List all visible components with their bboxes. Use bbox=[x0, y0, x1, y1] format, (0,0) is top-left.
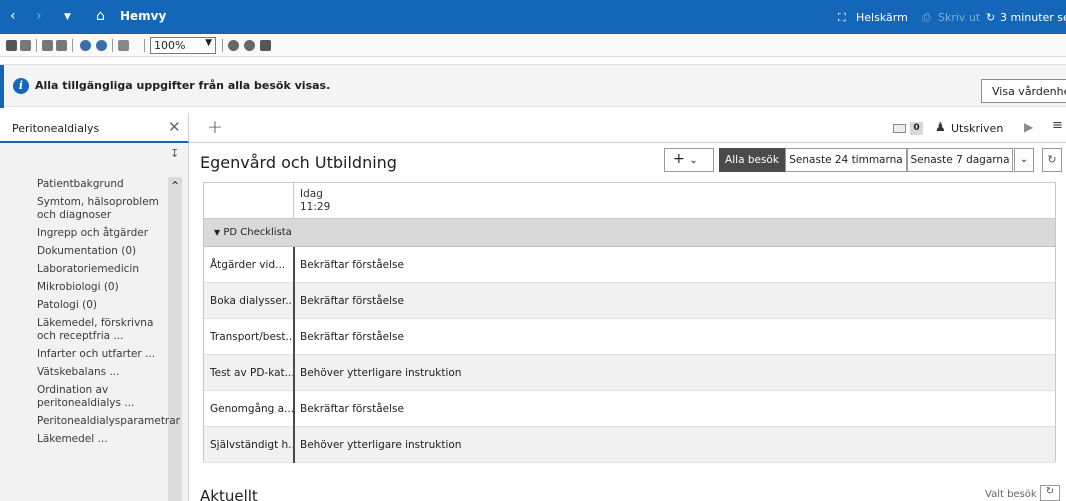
zoom-out-icon[interactable] bbox=[80, 40, 91, 51]
add-entry-button[interactable]: + ⌄ bbox=[664, 148, 714, 172]
sidebar-item-infarter[interactable]: Infarter och utfarter ... bbox=[0, 346, 165, 364]
sidebar-item-mikrobiologi[interactable]: Mikrobiologi (0) bbox=[0, 279, 165, 297]
info-icon: i bbox=[13, 78, 29, 94]
window-title: Hemvy bbox=[120, 9, 167, 23]
house-icon[interactable] bbox=[260, 40, 271, 51]
selected-visit-label: Valt besök bbox=[985, 489, 1037, 500]
person-icon: ♟ bbox=[935, 120, 946, 134]
row-value[interactable]: Bekräftar förståelse bbox=[300, 403, 404, 415]
sidebar: ↧ ⌃ Patientbakgrund Symtom, hälsoproblem… bbox=[0, 143, 189, 501]
sidebar-item-ingrepp[interactable]: Ingrepp och åtgärder bbox=[0, 225, 165, 243]
flowsheet-grid: Idag 11:29 ▼ PD Checklista Åtgärder vid.… bbox=[203, 182, 1056, 463]
toolbar: 100% ▼ bbox=[0, 34, 1066, 57]
row-value[interactable]: Behöver ytterligare instruktion bbox=[300, 367, 461, 379]
zoom-select[interactable]: 100% ▼ bbox=[150, 37, 216, 54]
pin-icon[interactable]: ↧ bbox=[170, 147, 179, 160]
sidebar-item-ordination[interactable]: Ordination av peritonealdialys ... bbox=[0, 382, 165, 413]
current-section-title: Aktuellt bbox=[200, 487, 258, 501]
grid-header: Idag 11:29 bbox=[204, 183, 1055, 219]
sidebar-item-symtom[interactable]: Symtom, hälsoproblem och diagnoser bbox=[0, 194, 165, 225]
row-name: Genomgång a... bbox=[210, 403, 293, 415]
sidebar-list: Patientbakgrund Symtom, hälsoproblem och… bbox=[0, 176, 180, 449]
table-row[interactable]: Genomgång a... Bekräftar förståelse bbox=[204, 391, 1055, 427]
sidebar-item-lakemedel[interactable]: Läkemedel, förskrivna och receptfria ... bbox=[0, 315, 165, 346]
caret-down-icon: ▼ bbox=[214, 228, 221, 237]
scrollbar[interactable] bbox=[168, 177, 182, 501]
section-refresh-icon[interactable]: ↻ bbox=[1042, 148, 1062, 172]
filter-dropdown-chevron-icon[interactable]: ⌄ bbox=[1014, 148, 1034, 172]
show-care-units-button[interactable]: Visa vårdenhete bbox=[981, 79, 1066, 103]
print-icon: ⎙ bbox=[922, 11, 931, 24]
column-header-day: Idag bbox=[300, 188, 323, 200]
sidebar-item-laboratoriemedicin[interactable]: Laboratoriemedicin bbox=[0, 261, 165, 279]
chevron-up-icon[interactable]: ⌃ bbox=[170, 179, 180, 193]
filter-all-visits[interactable]: Alla besök bbox=[719, 148, 785, 172]
filter-last-7d[interactable]: Senaste 7 dagarna bbox=[907, 148, 1013, 172]
row-value[interactable]: Bekräftar förståelse bbox=[300, 259, 404, 271]
grid-rows: Åtgärder vid... Bekräftar förståelse Bok… bbox=[204, 247, 1055, 463]
add-tab-icon[interactable]: + bbox=[207, 116, 223, 138]
sidebar-item-dokumentation[interactable]: Dokumentation (0) bbox=[0, 243, 165, 261]
title-bar: ‹ › ▼ ⌂ Hemvy ⛶ Helskärm ⎙ Skriv ut ↻ 3 … bbox=[0, 0, 1066, 34]
fullscreen-button[interactable]: Helskärm bbox=[856, 11, 908, 24]
table-row[interactable]: Självständigt h... Behöver ytterligare i… bbox=[204, 427, 1055, 463]
sidebar-item-patientbakgrund[interactable]: Patientbakgrund bbox=[0, 176, 165, 194]
column-header[interactable]: Idag 11:29 bbox=[300, 188, 330, 214]
refresh-icon[interactable]: ↻ bbox=[1040, 485, 1060, 501]
table-row[interactable]: Boka dialysser... Bekräftar förståelse bbox=[204, 283, 1055, 319]
table-row[interactable]: Test av PD-kat... Behöver ytterligare in… bbox=[204, 355, 1055, 391]
fit-page-icon[interactable] bbox=[118, 40, 129, 51]
row-value[interactable]: Bekräftar förståelse bbox=[300, 295, 404, 307]
row-name: Transport/best... bbox=[210, 331, 293, 343]
info-banner: i Alla tillgängliga uppgifter från alla … bbox=[0, 64, 1066, 108]
zoom-in-icon[interactable] bbox=[96, 40, 107, 51]
row-value[interactable]: Behöver ytterligare instruktion bbox=[300, 439, 461, 451]
tab-row: Peritonealdialys ✕ + 0 ♟ Utskriven ▶ ≡ bbox=[0, 113, 1066, 143]
refresh-status[interactable]: 3 minuter se bbox=[1000, 11, 1066, 24]
column-header-time: 11:29 bbox=[300, 201, 331, 213]
row-name: Test av PD-kat... bbox=[210, 367, 293, 379]
banner-text: Alla tillgängliga uppgifter från alla be… bbox=[35, 79, 331, 92]
circle-icon[interactable] bbox=[244, 40, 255, 51]
row-name: Åtgärder vid... bbox=[210, 259, 286, 271]
status-label[interactable]: Utskriven bbox=[951, 122, 1003, 135]
zoom-value: 100% bbox=[154, 39, 186, 52]
home-icon[interactable]: ⌂ bbox=[96, 8, 105, 24]
chevron-down-icon: ▼ bbox=[205, 38, 212, 48]
row-value[interactable]: Bekräftar förståelse bbox=[300, 331, 404, 343]
row-name: Självständigt h... bbox=[210, 439, 293, 451]
fullscreen-icon[interactable]: ⛶ bbox=[838, 11, 846, 25]
sidebar-item-pd-parametrar[interactable]: Peritonealdialysparametrar bbox=[0, 413, 180, 431]
section-title: Egenvård och Utbildning bbox=[200, 153, 397, 172]
table-row[interactable]: Transport/best... Bekräftar förståelse bbox=[204, 319, 1055, 355]
print-button: Skriv ut bbox=[938, 11, 981, 24]
chevron-down-icon: ⌄ bbox=[689, 155, 698, 166]
row-name: Boka dialysser... bbox=[210, 295, 293, 307]
section-row-pd-checklista[interactable]: ▼ PD Checklista bbox=[204, 219, 1055, 247]
tag-icon[interactable]: ▶ bbox=[1024, 120, 1033, 134]
circle-icon[interactable] bbox=[228, 40, 239, 51]
forward-icon[interactable]: › bbox=[36, 8, 42, 24]
sidebar-item-lakemedel-2[interactable]: Läkemedel ... bbox=[0, 431, 165, 449]
tab-label: Peritonealdialys bbox=[12, 122, 100, 135]
page-prev-icon[interactable] bbox=[42, 40, 53, 51]
message-count-badge: 0 bbox=[910, 122, 923, 135]
document-icon[interactable] bbox=[20, 40, 31, 51]
tab-peritonealdialys[interactable]: Peritonealdialys ✕ bbox=[0, 113, 189, 143]
mail-icon[interactable] bbox=[893, 124, 906, 133]
sidebar-item-vatskebalans[interactable]: Vätskebalans ... bbox=[0, 364, 165, 382]
binoculars-icon[interactable] bbox=[6, 40, 17, 51]
table-row[interactable]: Åtgärder vid... Bekräftar förståelse bbox=[204, 247, 1055, 283]
refresh-icon[interactable]: ↻ bbox=[986, 11, 995, 24]
sidebar-item-patologi[interactable]: Patologi (0) bbox=[0, 297, 165, 315]
section-label: PD Checklista bbox=[223, 227, 292, 238]
back-icon[interactable]: ‹ bbox=[10, 8, 16, 24]
filter-last-24h[interactable]: Senaste 24 timmarna bbox=[785, 148, 907, 172]
menu-icon[interactable]: ≡ bbox=[1052, 118, 1063, 133]
page-next-icon[interactable] bbox=[56, 40, 67, 51]
history-dropdown-icon[interactable]: ▼ bbox=[64, 12, 71, 22]
close-icon[interactable]: ✕ bbox=[168, 118, 181, 136]
